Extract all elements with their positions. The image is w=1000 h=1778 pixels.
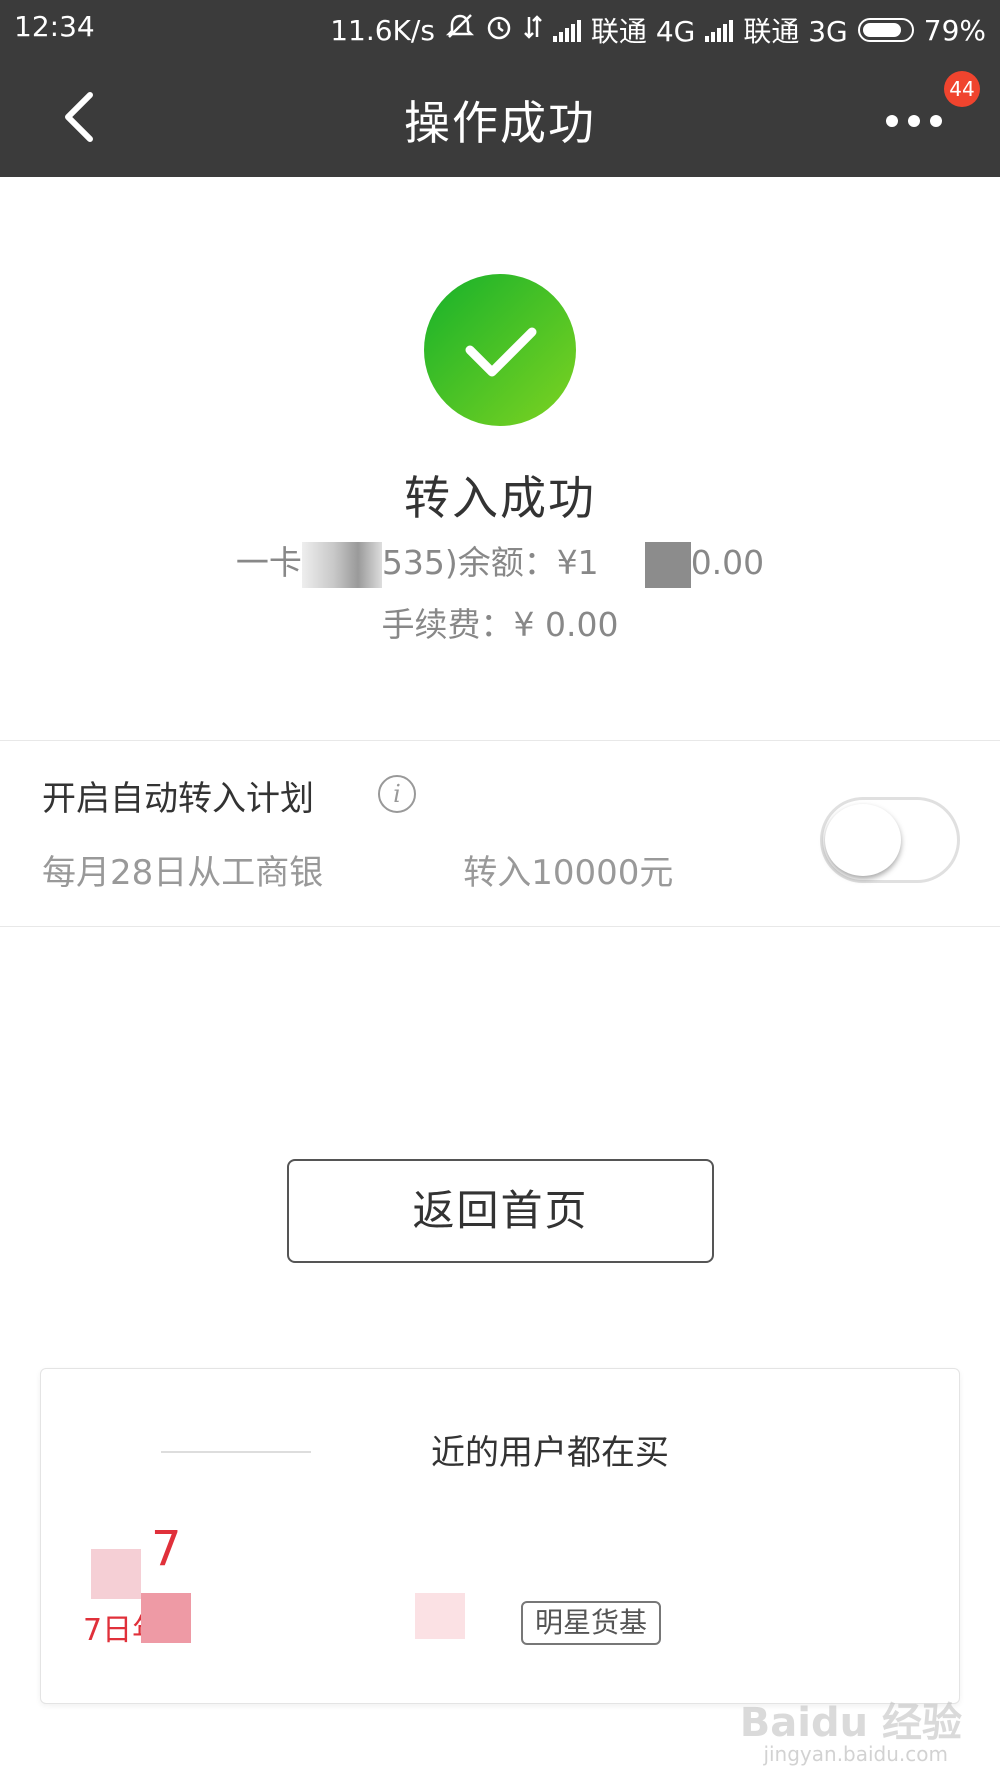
pixelated-block [415,1593,465,1639]
more-dots-icon [886,115,898,127]
title-line [161,1451,311,1453]
card-prefix: 一卡 [235,543,302,582]
page-title: 操作成功 [404,96,596,150]
alarm-icon [485,13,513,47]
pixelated-block [91,1549,141,1599]
desc-part-2: 转入10000元 [463,853,674,893]
battery-percent: 79% [923,13,986,47]
status-time: 12:34 [14,10,95,43]
nav-header: 操作成功 44 [0,57,1000,177]
data-arrows-icon [523,13,543,47]
result-title: 转入成功 [404,471,596,525]
baidu-watermark: Baidu 经验 [739,1700,962,1746]
recommend-card[interactable]: 近的用户都在买 7 7日年 明星货基 [40,1368,960,1704]
redacted-block [644,541,691,588]
card-balance: 535)余额：¥1 [381,543,599,582]
notification-badge: 44 [944,71,980,107]
carrier-1: 联通 4G [590,15,696,48]
toggle-knob [825,804,901,876]
status-right: 11.6K/s 联通 4G 联通 3G 79% [330,10,986,50]
more-dot [908,115,920,127]
fee-line: 手续费：¥ 0.00 [381,605,619,644]
card-balance-line: 一卡 535)余额：¥1 0.00 [0,536,1000,588]
mute-icon [445,13,475,47]
auto-transfer-row: 开启自动转入计划 i 每月28日从工商银 转入10000元 [0,741,1000,926]
auto-transfer-toggle[interactable] [820,797,960,883]
recommend-title: 近的用户都在买 [431,1433,669,1473]
signal-icon-2 [705,18,734,42]
carrier-2: 联通 3G [743,15,848,48]
status-bar: 12:34 11.6K/s 联通 4G 联通 3G 79% [0,0,1000,57]
return-home-button[interactable]: 返回首页 [287,1159,714,1263]
checkmark-circle-icon [424,274,576,426]
network-speed: 11.6K/s [330,13,435,47]
watermark-url: jingyan.baidu.com [763,1742,948,1766]
info-icon[interactable]: i [378,775,416,813]
pixelated-block [141,1593,191,1643]
card-suffix: 0.00 [690,543,765,582]
redacted-block [301,541,382,588]
more-dot [930,115,942,127]
redacted-block [598,541,645,588]
desc-part-1: 每月28日从工商银 [42,853,324,893]
divider [0,926,1000,927]
auto-transfer-desc: 每月28日从工商银 转入10000元 [42,845,673,894]
battery-icon [857,18,914,42]
signal-icon [552,18,581,42]
fund-tag: 明星货基 [521,1601,662,1645]
rate-digit: 7 [151,1521,182,1577]
auto-transfer-title: 开启自动转入计划 [42,779,314,819]
